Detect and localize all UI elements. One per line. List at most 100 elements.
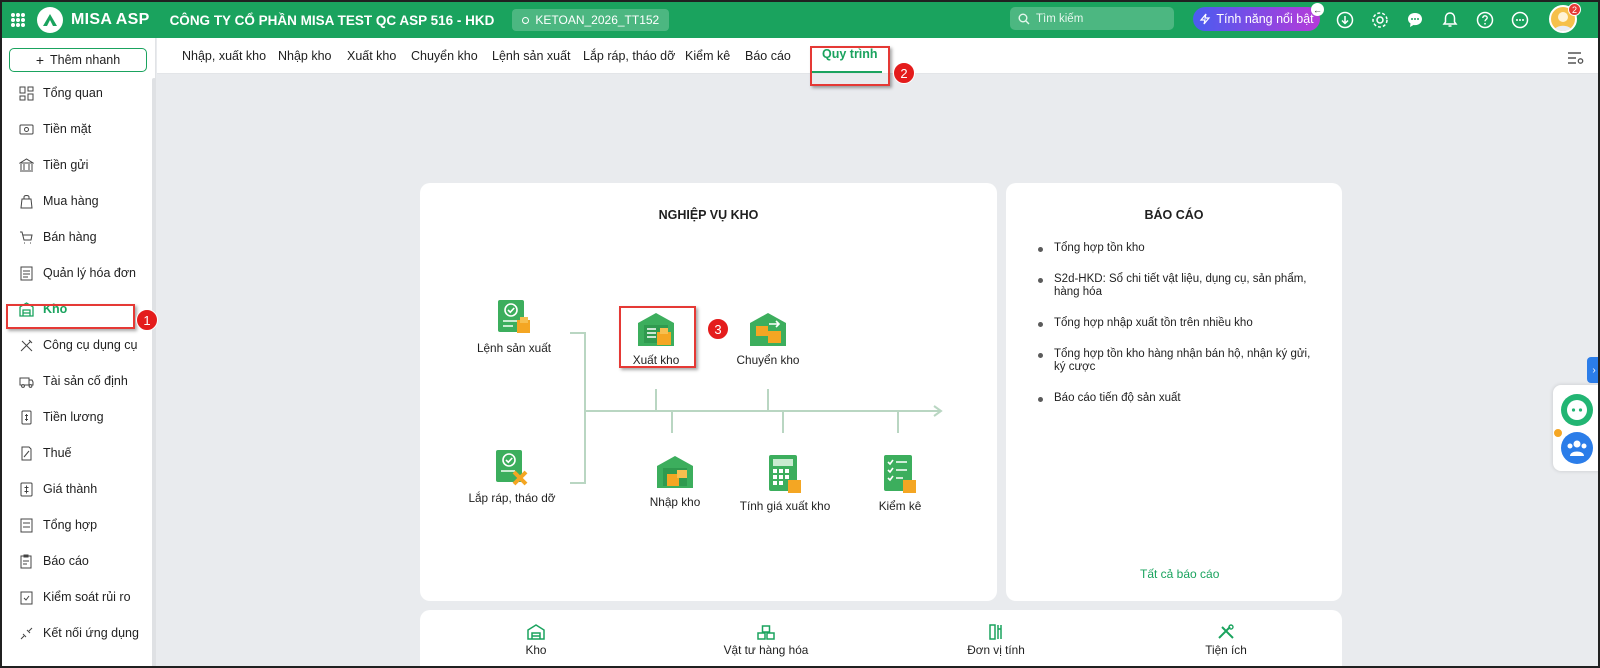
notification-badge: 2	[1568, 3, 1581, 16]
sidebar-item-shopping-bag[interactable]: Mua hàng	[2, 183, 152, 219]
sidebar-item-label: Giá thành	[43, 482, 98, 496]
quick-add-label: Thêm nhanh	[50, 53, 121, 67]
report-link[interactable]: Tổng hợp tồn kho hàng nhận bán hộ, nhận …	[1034, 348, 1314, 374]
all-reports-link[interactable]: Tất cả báo cáo	[1140, 567, 1219, 581]
process-flow-lines	[570, 332, 943, 484]
tab-stock-in[interactable]: Nhập kho	[278, 38, 332, 74]
misa-logo-icon	[37, 7, 63, 33]
sidebar-item-report[interactable]: Báo cáo	[2, 543, 152, 579]
sidebar-item-label: Quản lý hóa đơn	[43, 266, 136, 280]
report-link[interactable]: Báo cáo tiến độ sản xuất	[1034, 392, 1314, 405]
sidebar-item-summary[interactable]: Tổng hợp	[2, 507, 152, 543]
step-marker-1: 1	[136, 309, 158, 331]
search-placeholder: Tìm kiếm	[1036, 12, 1084, 25]
reports-title: BÁO CÁO	[1144, 208, 1204, 222]
tab-stock-out[interactable]: Xuất kho	[347, 38, 396, 74]
search-input[interactable]: Tìm kiếm	[1010, 7, 1174, 30]
utility-icon	[1218, 624, 1234, 639]
sidebar-item-tools[interactable]: Công cụ dụng cụ	[2, 327, 152, 363]
download-icon[interactable]	[1335, 10, 1355, 30]
tab-reports[interactable]: Báo cáo	[745, 38, 791, 74]
summary-icon	[18, 517, 34, 533]
stocktake-label: Kiểm kê	[878, 499, 922, 513]
sidebar-item-label: Thuế	[43, 446, 72, 460]
sidebar-item-connect[interactable]: Kết nối ứng dụng	[2, 615, 152, 651]
production-order-node[interactable]: Lệnh sản xuất	[474, 298, 554, 355]
sidebar-item-label: Kiểm soát rủi ro	[43, 590, 131, 604]
sidebar: + Thêm nhanh Tổng quan Tiền mặt Tiền gửi Mu…	[2, 38, 156, 666]
shortcut-units[interactable]: Đơn vị tính	[956, 624, 1036, 657]
sidebar-item-cost[interactable]: Giá thành	[2, 471, 152, 507]
tab-stock-in-out[interactable]: Nhập, xuất kho	[182, 38, 266, 74]
quick-add-button[interactable]: + Thêm nhanh	[9, 48, 147, 72]
calculator-icon	[769, 455, 801, 493]
sidebar-item-cart[interactable]: Bán hàng	[2, 219, 152, 255]
cost-icon	[18, 481, 34, 497]
expand-panel-tab[interactable]: ›	[1587, 357, 1598, 383]
tab-transfer[interactable]: Chuyển kho	[411, 38, 478, 74]
shortcut-warehouse[interactable]: Kho	[516, 624, 556, 657]
shortcut-goods[interactable]: Vật tư hàng hóa	[716, 624, 816, 657]
cart-icon	[18, 229, 34, 245]
floating-support-panel	[1553, 385, 1598, 471]
sidebar-item-dashboard[interactable]: Tổng quan	[2, 75, 152, 111]
transfer-label: Chuyển kho	[736, 353, 800, 367]
sidebar-item-label: Mua hàng	[43, 194, 99, 208]
transfer-node[interactable]: Chuyển kho	[728, 310, 808, 367]
database-selector[interactable]: KETOAN_2026_TT152	[512, 9, 670, 31]
production-order-label: Lệnh sản xuất	[476, 341, 552, 355]
connect-icon	[18, 625, 34, 641]
sidebar-item-bank[interactable]: Tiền gửi	[2, 147, 152, 183]
chat-icon[interactable]	[1405, 10, 1425, 30]
tab-production-order[interactable]: Lệnh sản xuất	[492, 38, 571, 74]
invoice-icon	[18, 265, 34, 281]
sidebar-scrollbar[interactable]	[152, 78, 156, 666]
sidebar-item-invoice[interactable]: Quản lý hóa đơn	[2, 255, 152, 291]
highlight-box-2	[810, 46, 890, 86]
dashboard-icon	[18, 85, 34, 101]
shortcut-label: Vật tư hàng hóa	[723, 643, 809, 657]
tools-icon	[18, 337, 34, 353]
more-icon[interactable]	[1510, 10, 1530, 30]
report-link[interactable]: S2d-HKD: Sổ chi tiết vật liệu, dụng cụ, …	[1034, 273, 1314, 299]
bell-icon[interactable]	[1440, 10, 1460, 30]
tab-stocktake[interactable]: Kiểm kê	[685, 38, 730, 74]
lightning-icon	[1200, 13, 1211, 25]
costing-node[interactable]: Tính giá xuất kho	[733, 454, 837, 513]
stock-in-label: Nhập kho	[649, 495, 701, 509]
tab-settings-icon[interactable]	[1567, 50, 1585, 66]
settings-icon[interactable]	[1370, 10, 1390, 30]
community-icon[interactable]	[1560, 431, 1594, 465]
sidebar-item-truck[interactable]: Tài sản cố định	[2, 363, 152, 399]
sidebar-item-tax[interactable]: Thuế	[2, 435, 152, 471]
sidebar-item-label: Tổng quan	[43, 86, 103, 100]
sidebar-item-salary[interactable]: Tiền lương	[2, 399, 152, 435]
report-list: Tổng hợp tồn kho S2d-HKD: Sổ chi tiết vậ…	[1034, 242, 1314, 405]
salary-icon	[18, 409, 34, 425]
bank-icon	[18, 157, 34, 173]
assistant-icon[interactable]	[1560, 393, 1594, 427]
step-marker-3: 3	[707, 318, 729, 340]
sidebar-item-risk[interactable]: Kiểm soát rủi ro	[2, 579, 152, 615]
warehouse-in-icon	[657, 456, 693, 488]
sidebar-item-cash[interactable]: Tiền mặt	[2, 111, 152, 147]
featured-features-button[interactable]: Tính năng nổi bật ←	[1193, 3, 1324, 31]
sidebar-item-label: Tài sản cố định	[43, 374, 128, 388]
assembly-node[interactable]: Lắp ráp, tháo dỡ	[468, 448, 556, 505]
sidebar-item-label: Kết nối ứng dụng	[43, 626, 139, 640]
report-link[interactable]: Tổng hợp tồn kho	[1034, 242, 1314, 255]
checklist-icon	[884, 455, 916, 493]
plus-icon: +	[35, 52, 44, 68]
help-icon[interactable]	[1475, 10, 1495, 30]
warehouse-icon	[527, 624, 545, 640]
shortcut-utilities[interactable]: Tiện ích	[1196, 624, 1256, 657]
back-arrow-icon[interactable]: ←	[1311, 3, 1324, 16]
stock-in-node[interactable]: Nhập kho	[634, 454, 716, 509]
highlight-box-3	[619, 306, 696, 368]
stocktake-node[interactable]: Kiểm kê	[862, 454, 938, 513]
report-link[interactable]: Tổng hợp nhập xuất tồn trên nhiều kho	[1034, 317, 1314, 330]
company-name[interactable]: CÔNG TY CỔ PHẦN MISA TEST QC ASP 516 - H…	[170, 13, 495, 28]
app-grid-icon[interactable]	[11, 13, 25, 27]
tab-assembly[interactable]: Lắp ráp, tháo dỡ	[583, 38, 675, 74]
step-marker-2: 2	[893, 62, 915, 84]
